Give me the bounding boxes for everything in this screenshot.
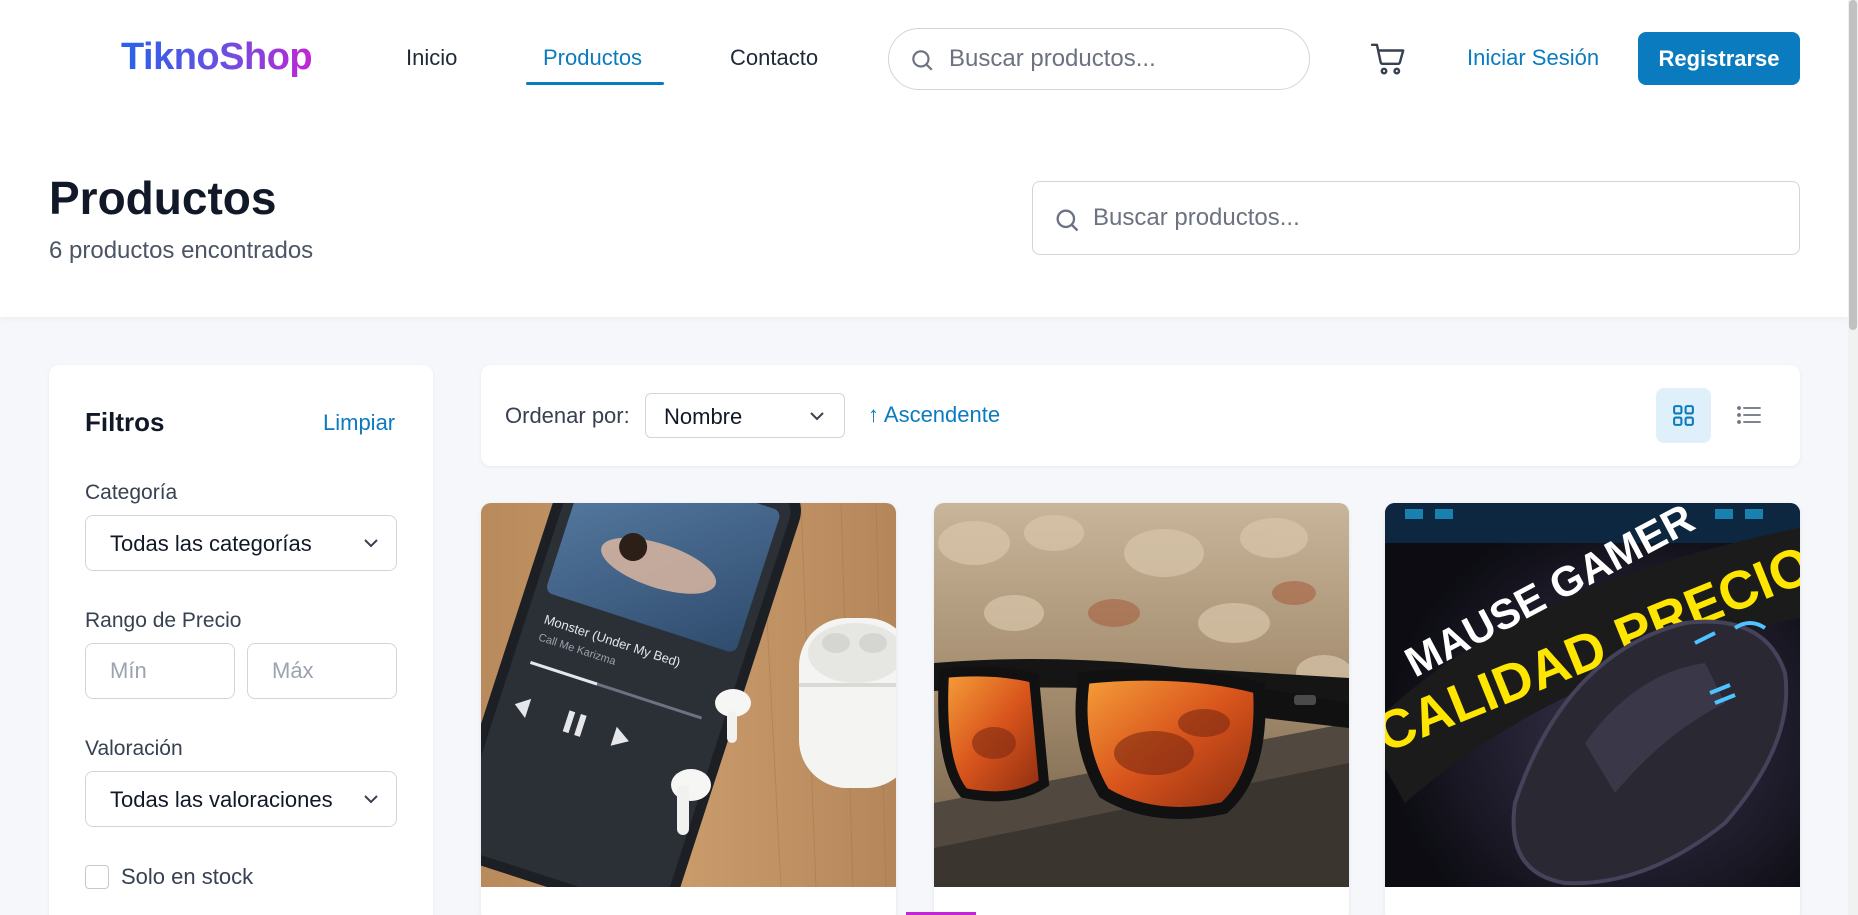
rating-select-value: Todas las valoraciones — [110, 787, 333, 812]
product-image-sunglasses[interactable] — [934, 503, 1349, 887]
clear-filters-link[interactable]: Limpiar — [323, 410, 395, 436]
top-navbar: TiknoShop Inicio Productos Contacto Inic… — [0, 0, 1848, 119]
category-label: Categoría — [85, 481, 178, 504]
chevron-down-icon — [810, 412, 824, 421]
logo[interactable]: TiknoShop — [121, 36, 313, 79]
price-min-input[interactable] — [85, 643, 235, 699]
sort-select[interactable]: Nombre — [645, 393, 845, 438]
results-count: 6 productos encontrados — [49, 237, 314, 264]
chevron-down-icon — [364, 795, 378, 804]
nav-productos[interactable]: Productos — [543, 45, 642, 71]
nav-inicio[interactable]: Inicio — [406, 45, 457, 71]
login-link[interactable]: Iniciar Sesión — [1467, 45, 1599, 71]
sort-toolbar: Ordenar por: Nombre ↑ Ascendente — [481, 365, 1800, 466]
in-stock-label: Solo en stock — [121, 864, 254, 889]
price-max-input[interactable] — [247, 643, 397, 699]
grid-view-button[interactable] — [1656, 388, 1711, 443]
rating-label: Valoración — [85, 737, 183, 760]
scrollbar-thumb[interactable] — [1849, 0, 1857, 330]
sort-direction-toggle[interactable]: ↑ Ascendente — [868, 402, 1000, 428]
search-icon — [1056, 209, 1079, 232]
product-image-gaming-mouse[interactable]: MAUSE GAMER CALIDAD PRECIO — [1385, 503, 1800, 887]
list-icon — [1737, 406, 1761, 424]
category-select-value: Todas las categorías — [110, 531, 312, 556]
search-icon — [912, 50, 933, 71]
sort-label: Ordenar por: — [505, 403, 630, 428]
nav-contacto[interactable]: Contacto — [730, 45, 818, 71]
list-view-button[interactable] — [1721, 388, 1776, 443]
category-select[interactable]: Todas las categorías — [85, 515, 397, 571]
cart-icon[interactable] — [1370, 42, 1408, 81]
product-search-input[interactable] — [1093, 200, 1773, 236]
product-card[interactable] — [934, 503, 1349, 915]
page-scrollbar[interactable] — [1848, 0, 1858, 915]
filters-title: Filtros — [85, 407, 165, 437]
rating-select[interactable]: Todas las valoraciones — [85, 771, 397, 827]
page-title: Productos — [49, 172, 277, 224]
product-search[interactable] — [1032, 181, 1800, 255]
chevron-down-icon — [364, 539, 378, 548]
product-card[interactable]: MAUSE GAMER CALIDAD PRECIO — [1385, 503, 1800, 915]
product-image-phone-earbuds[interactable]: Monster (Under My Bed) Call Me Karizma — [481, 503, 896, 887]
filters-panel: Filtros Limpiar Categoría Todas las cate… — [49, 365, 433, 915]
price-range-label: Rango de Precio — [85, 609, 242, 632]
product-card[interactable]: Monster (Under My Bed) Call Me Karizma — [481, 503, 896, 915]
page-header: Productos 6 productos encontrados — [0, 119, 1848, 317]
active-nav-indicator — [526, 82, 664, 85]
grid-icon — [1673, 405, 1694, 426]
sort-select-value: Nombre — [664, 404, 743, 429]
in-stock-checkbox[interactable] — [85, 865, 109, 889]
header-search-input[interactable] — [949, 41, 1289, 77]
register-button[interactable]: Registrarse — [1638, 32, 1800, 85]
header-search[interactable] — [888, 28, 1310, 90]
